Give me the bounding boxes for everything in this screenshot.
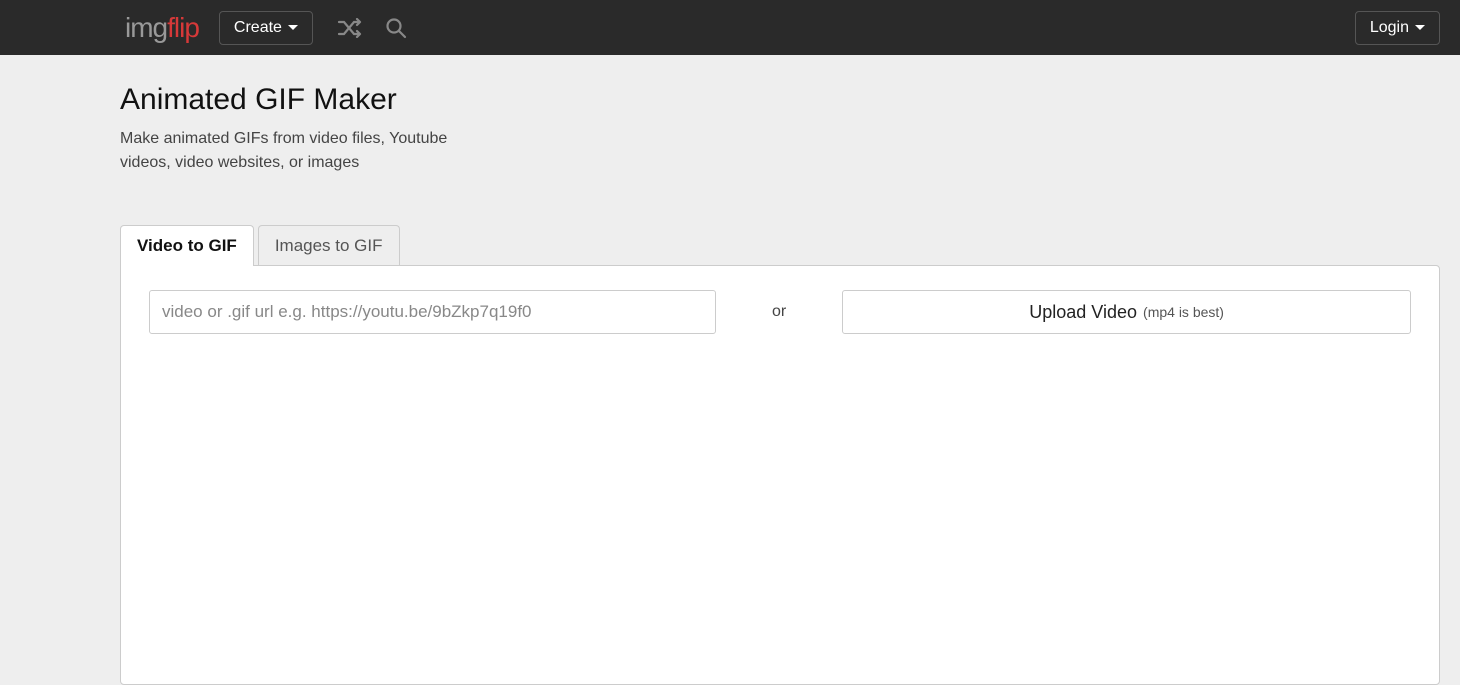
- caret-down-icon: [1415, 25, 1425, 30]
- upload-label: Upload Video: [1029, 302, 1137, 323]
- tab-panel: or Upload Video (mp4 is best): [120, 265, 1440, 685]
- content: Animated GIF Maker Make animated GIFs fr…: [0, 55, 1460, 685]
- search-icon[interactable]: [385, 17, 407, 39]
- header-icons: [337, 17, 407, 39]
- page-title: Animated GIF Maker: [120, 83, 1460, 117]
- tabs: Video to GIF Images to GIF: [120, 225, 1460, 266]
- logo[interactable]: imgflip: [125, 12, 199, 44]
- or-text: or: [772, 303, 786, 321]
- logo-img-text: img: [125, 12, 167, 43]
- login-label: Login: [1370, 19, 1409, 37]
- create-label: Create: [234, 19, 282, 37]
- tab-images-to-gif[interactable]: Images to GIF: [258, 225, 400, 266]
- video-url-input[interactable]: [149, 290, 716, 334]
- header-left: imgflip Create: [125, 11, 407, 45]
- upload-video-button[interactable]: Upload Video (mp4 is best): [842, 290, 1411, 334]
- header: imgflip Create Login: [0, 0, 1460, 55]
- caret-down-icon: [288, 25, 298, 30]
- login-button[interactable]: Login: [1355, 11, 1440, 45]
- create-button[interactable]: Create: [219, 11, 313, 45]
- page-subtitle: Make animated GIFs from video files, You…: [120, 127, 500, 175]
- input-row: or Upload Video (mp4 is best): [149, 290, 1411, 334]
- shuffle-icon[interactable]: [337, 18, 363, 38]
- logo-flip-text: flip: [167, 12, 199, 43]
- tab-video-to-gif[interactable]: Video to GIF: [120, 225, 254, 266]
- upload-hint: (mp4 is best): [1143, 304, 1224, 320]
- tabs-container: Video to GIF Images to GIF or Upload Vid…: [120, 225, 1460, 685]
